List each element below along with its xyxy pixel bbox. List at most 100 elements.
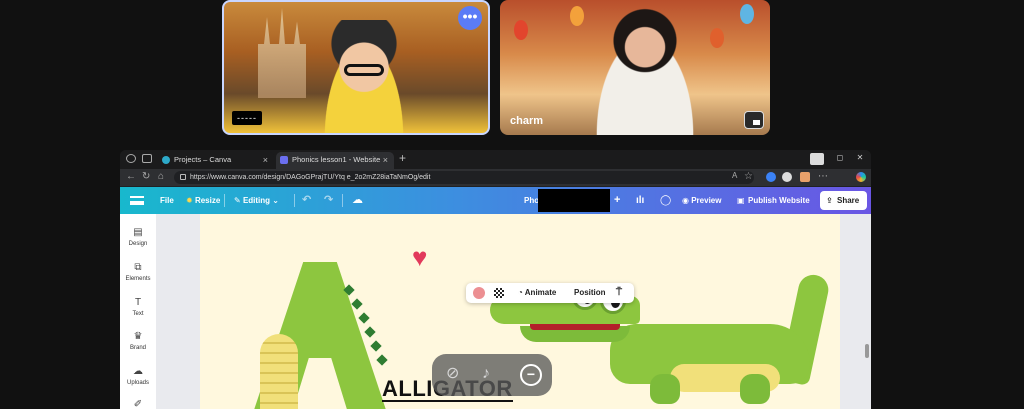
tab-label: Phonics lesson1 - Website	[292, 155, 381, 164]
undo-icon[interactable]: ↶	[302, 187, 311, 214]
workspaces-icon[interactable]	[126, 154, 136, 163]
divider	[224, 194, 225, 207]
share-label: Share	[837, 196, 860, 205]
sidebar-item-brand[interactable]: ♛ Brand	[120, 332, 156, 352]
tab-label: Projects – Canva	[174, 155, 232, 164]
browser-window: Projects – Canva × Phonics lesson1 - Web…	[120, 150, 871, 409]
publish-label: Publish Website	[748, 196, 810, 205]
editor-workarea: ♥ ALLIGATOR ◔ Animate Position ⍑ ⊘ ♪ −	[156, 214, 871, 409]
url-text: https://www.canva.com/design/DAGoGPrajTU…	[190, 174, 431, 181]
animate-button[interactable]: ◔ Animate	[518, 283, 556, 303]
lock-icon	[180, 174, 186, 180]
sidebar-item-label: Uploads	[126, 380, 149, 386]
tab-bar: Projects – Canva × Phonics lesson1 - Web…	[120, 150, 871, 169]
sidebar-item-label: Text	[132, 311, 144, 317]
redacted-title	[538, 189, 610, 212]
editing-label: Editing	[242, 196, 271, 205]
lantern-decoration	[710, 28, 724, 48]
tab-projects[interactable]: Projects – Canva ×	[158, 152, 274, 169]
letter-a-belly	[260, 334, 298, 409]
sidebar-item-draw[interactable]: ✐	[120, 400, 156, 409]
extension-icon[interactable]	[782, 172, 792, 182]
tab-phonics-lesson[interactable]: Phonics lesson1 - Website ×	[276, 152, 394, 169]
add-icon[interactable]: +	[614, 187, 620, 214]
paint-roller-icon[interactable]: ⍑	[616, 283, 622, 303]
color-swatch[interactable]	[473, 287, 485, 299]
cloud-upload-icon: ☁	[133, 366, 143, 377]
spike-decoration	[376, 354, 388, 366]
resize-button[interactable]: ✹ Resize	[186, 187, 220, 214]
lantern-decoration	[514, 20, 528, 40]
profile-avatar[interactable]	[800, 172, 810, 182]
pin-off-icon[interactable]: ⊘	[446, 364, 459, 384]
transparency-icon[interactable]	[494, 288, 504, 298]
cloud-saved-icon[interactable]: ☁	[352, 187, 363, 214]
shapes-icon: ⧉	[134, 262, 142, 273]
call-media-controls: ⊘ ♪ −	[432, 354, 552, 396]
sidebar-item-design[interactable]: ▤ Design	[120, 227, 156, 248]
share-icon: ⇪	[826, 196, 833, 205]
read-aloud-icon[interactable]: A	[732, 171, 737, 180]
participant-name-label: -----	[232, 111, 262, 125]
sidebar-item-text[interactable]: T Text	[120, 297, 156, 318]
copilot-icon[interactable]	[856, 172, 866, 182]
publish-website-button[interactable]: ▣ Publish Website	[734, 191, 814, 210]
spike-decoration	[370, 340, 382, 352]
teacher-figure	[580, 4, 710, 135]
heart-icon: ♥	[412, 242, 428, 272]
participant-figure	[314, 20, 414, 133]
restore-icon[interactable]: ◻	[830, 153, 850, 165]
pencil-icon: ✎	[234, 196, 241, 205]
editing-mode-button[interactable]: ✎ Editing ⌄	[234, 187, 279, 214]
spike-decoration	[358, 312, 370, 324]
picture-in-picture-icon[interactable]	[744, 111, 764, 129]
spike-decoration	[351, 298, 363, 310]
design-title[interactable]: Pho	[524, 187, 539, 214]
share-button[interactable]: ⇪ Share	[820, 191, 867, 210]
comment-icon[interactable]: ◯	[660, 187, 671, 214]
url-input[interactable]: https://www.canva.com/design/DAGoGPrajTU…	[174, 171, 754, 184]
home-icon[interactable]: ⌂	[158, 171, 164, 182]
sparkle-icon: ✹	[186, 196, 193, 205]
position-button[interactable]: Position	[574, 283, 606, 303]
element-toolbar: ◔ Animate Position ⍑	[466, 283, 634, 303]
sidebar-item-elements[interactable]: ⧉ Elements	[120, 262, 156, 283]
preview-button[interactable]: ◉ Preview	[682, 187, 721, 214]
animate-label: Animate	[524, 288, 557, 297]
layout-icon: ▤	[133, 227, 143, 238]
sidebar-item-label: Elements	[125, 276, 151, 282]
back-icon[interactable]: ←	[126, 171, 136, 182]
globe-icon: ▣	[737, 196, 745, 205]
extension-icon[interactable]	[766, 172, 776, 182]
resize-label: Resize	[194, 196, 221, 205]
sidebar-item-label: Brand	[129, 345, 146, 351]
close-tab-icon[interactable]: ×	[263, 152, 268, 168]
canva-header: File ✹ Resize ✎ Editing ⌄ ↶ ↷ ☁ Pho + ıl…	[120, 187, 871, 214]
teacher-video-tile[interactable]: charm	[500, 0, 770, 135]
sidebar-item-uploads[interactable]: ☁ Uploads	[120, 366, 156, 387]
vertical-scrollbar[interactable]	[865, 344, 869, 358]
glasses	[344, 64, 384, 76]
text-icon: T	[134, 297, 142, 308]
spike-decoration	[364, 326, 376, 338]
menu-icon[interactable]	[130, 196, 144, 205]
new-tab-button[interactable]: +	[399, 151, 406, 165]
canva-favicon-icon	[162, 156, 170, 164]
remove-icon[interactable]: −	[520, 364, 542, 386]
mute-icon[interactable]: ♪	[482, 364, 490, 384]
favorite-star-icon[interactable]: ☆	[744, 171, 753, 182]
participant-video-tile[interactable]: ••• -----	[222, 0, 490, 135]
tab-actions-icon[interactable]	[142, 154, 152, 163]
file-menu[interactable]: File	[160, 187, 174, 214]
more-options-button[interactable]: •••	[458, 6, 482, 30]
close-window-icon[interactable]: ✕	[850, 153, 870, 165]
close-tab-icon[interactable]: ×	[383, 152, 388, 168]
sidebar-item-label: Design	[128, 241, 148, 247]
preview-label: Preview	[691, 196, 722, 205]
minimize-icon[interactable]	[810, 153, 824, 165]
editor-sidebar: ▤ Design ⧉ Elements T Text ♛ Brand ☁ Upl…	[120, 214, 156, 409]
refresh-icon[interactable]: ↻	[142, 171, 150, 182]
menu-dots-icon[interactable]: ⋯	[818, 171, 828, 182]
redo-icon[interactable]: ↷	[324, 187, 333, 214]
insights-icon[interactable]: ılı	[636, 187, 644, 214]
